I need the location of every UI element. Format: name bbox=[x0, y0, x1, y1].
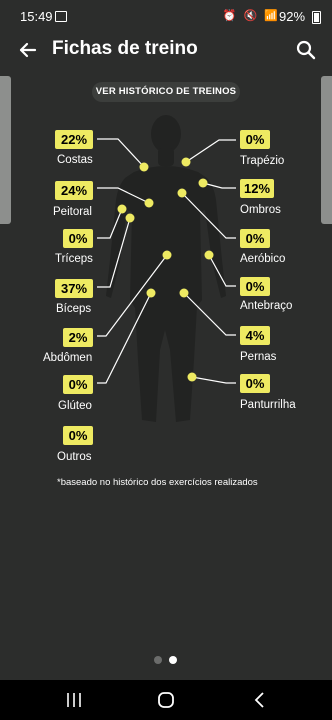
panturrilha-percent-badge: 0% bbox=[240, 374, 270, 393]
back-nav-button[interactable] bbox=[248, 688, 272, 712]
page-dot-1[interactable] bbox=[154, 656, 162, 664]
home-icon bbox=[158, 692, 174, 708]
back-nav-icon bbox=[254, 692, 264, 708]
outros-label: Outros bbox=[57, 451, 92, 463]
peitoral-label: Peitoral bbox=[53, 206, 92, 218]
triceps-percent-badge: 0% bbox=[63, 229, 93, 248]
recents-icon bbox=[67, 693, 81, 707]
abdomen-percent-badge: 2% bbox=[63, 328, 93, 347]
peitoral-percent-badge: 24% bbox=[55, 181, 93, 200]
costas-label: Costas bbox=[57, 154, 93, 166]
body-silhouette bbox=[106, 115, 226, 422]
page-dot-2[interactable] bbox=[169, 656, 177, 664]
system-nav-bar bbox=[0, 680, 332, 720]
triceps-label: Tríceps bbox=[55, 253, 93, 265]
antebraco-label: Antebraço bbox=[240, 300, 293, 312]
ombros-label: Ombros bbox=[240, 204, 281, 216]
biceps-label: Bíceps bbox=[56, 303, 92, 315]
ombros-percent-badge: 12% bbox=[240, 179, 274, 198]
trapezio-percent-badge: 0% bbox=[240, 130, 270, 149]
panturrilha-label: Panturrilha bbox=[240, 399, 296, 411]
abdomen-label: Abdômen bbox=[43, 352, 93, 364]
pernas-label: Pernas bbox=[240, 351, 277, 363]
antebraco-percent-badge: 0% bbox=[240, 277, 270, 296]
screen: 15:49 ⏰ 🔇 📶 92% Fichas de treino VER HIS… bbox=[0, 0, 332, 720]
costas-percent-badge: 22% bbox=[55, 130, 93, 149]
home-button[interactable] bbox=[154, 688, 178, 712]
biceps-percent-badge: 37% bbox=[55, 279, 93, 298]
gluteo-percent-badge: 0% bbox=[63, 375, 93, 394]
trapezio-label: Trapézio bbox=[240, 155, 285, 167]
recents-button[interactable] bbox=[62, 688, 86, 712]
aerobico-percent-badge: 0% bbox=[240, 229, 270, 248]
footnote: *baseado no histórico dos exercícios rea… bbox=[57, 477, 258, 488]
outros-percent-badge: 0% bbox=[63, 426, 93, 445]
gluteo-label: Glúteo bbox=[58, 400, 92, 412]
pernas-percent-badge: 4% bbox=[240, 326, 270, 345]
aerobico-label: Aeróbico bbox=[240, 253, 286, 265]
